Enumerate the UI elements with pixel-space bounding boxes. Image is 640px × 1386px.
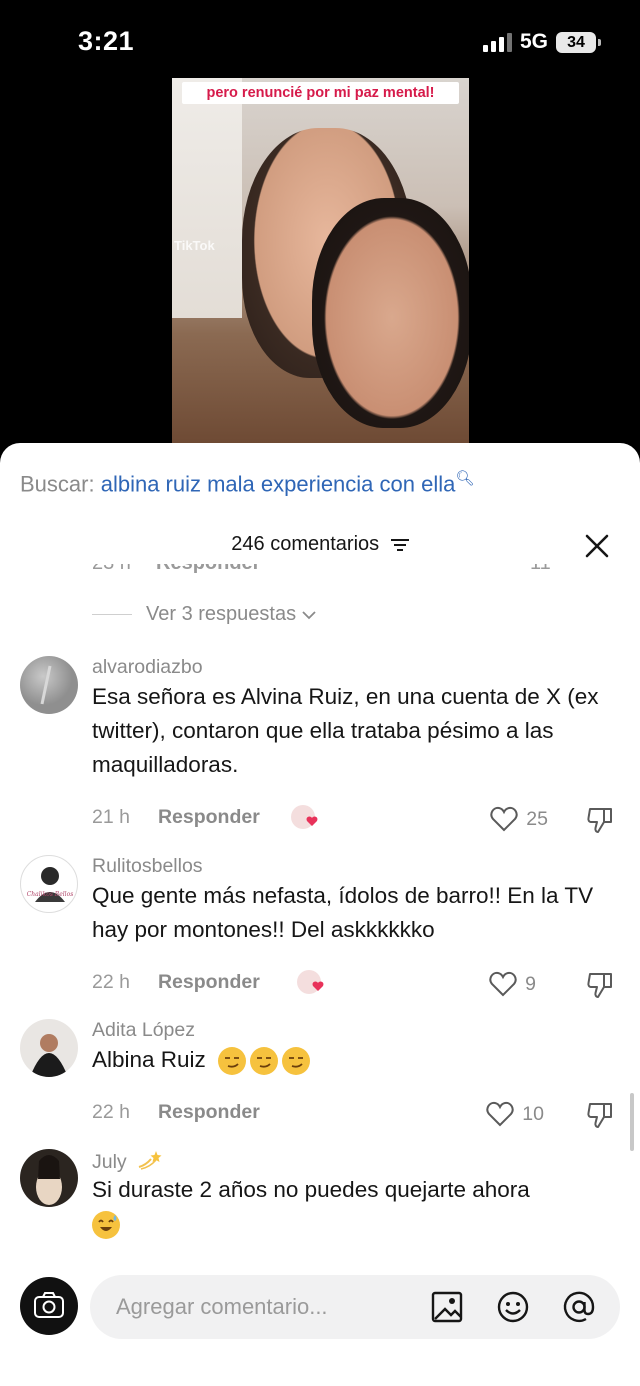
comment-count[interactable]: 246 comentarios (0, 533, 640, 556)
reply-button[interactable]: Responder (158, 971, 260, 994)
comment-item: July Si duraste 2 años no puedes quejart… (0, 1149, 640, 1259)
comments-header: 246 comentarios (0, 531, 640, 561)
comment-text-content: Albina Ruiz (92, 1047, 206, 1072)
status-bar: 3:21 5G 34 (0, 0, 640, 80)
comment-username[interactable]: alvarodiazbo (92, 656, 203, 679)
avatar[interactable] (20, 1019, 78, 1077)
chevron-down-icon (302, 610, 316, 619)
like-button[interactable]: 10 (486, 1101, 544, 1127)
comment-item: alvarodiazbo Esa señora es Alvina Ruiz, … (0, 656, 640, 846)
sweat-smile-emoji-icon (92, 1211, 120, 1240)
partially-hidden-comment-meta: 23 h Responder 11 (0, 564, 640, 586)
video-background (172, 78, 242, 318)
replies-divider (92, 614, 132, 615)
comment-meta: 21 h Responder (92, 806, 260, 829)
dislike-icon[interactable] (586, 1101, 614, 1129)
sort-icon[interactable] (390, 538, 409, 552)
comment-text: Albina Ruiz (92, 1043, 624, 1077)
like-count: 10 (522, 1102, 544, 1125)
comment-time: 22 h (92, 971, 130, 993)
scrollbar[interactable] (630, 1093, 634, 1151)
comment-item: Chalikos Bellos Rulitosbellos Que gente … (0, 855, 640, 1015)
dislike-icon[interactable] (586, 971, 614, 999)
search-query-link[interactable]: albina ruiz mala experiencia con ella (101, 471, 456, 496)
smirk-emoji-icon (282, 1047, 311, 1076)
camera-icon (34, 1292, 64, 1318)
comment-text-content: Si duraste 2 años no puedes quejarte aho… (92, 1177, 530, 1202)
smirk-emoji-icon (218, 1047, 247, 1076)
avatar[interactable]: Chalikos Bellos (20, 855, 78, 913)
battery-icon: 34 (556, 31, 601, 53)
comment-text: Esa señora es Alvina Ruiz, en una cuenta… (92, 684, 599, 777)
comment-username[interactable]: Adita López (92, 1019, 195, 1042)
avatar[interactable] (20, 1149, 78, 1207)
status-indicators: 5G 34 (482, 30, 601, 54)
comment-username[interactable]: Rulitosbellos (92, 855, 203, 878)
video-person-2 (312, 198, 469, 428)
partial-likes: 11 (530, 564, 551, 575)
signal-icon (482, 32, 512, 52)
heart-icon (486, 1101, 514, 1127)
mention-icon[interactable] (562, 1290, 596, 1324)
comment-text: Que gente más nefasta, ídolos de barro!!… (92, 883, 594, 942)
comment-meta: 22 h Responder (92, 1101, 260, 1124)
like-button[interactable]: 25 (490, 806, 548, 832)
network-type: 5G (519, 30, 548, 53)
camera-button[interactable] (20, 1277, 78, 1335)
comment-time: 22 h (92, 1101, 130, 1123)
like-button[interactable]: 9 (489, 971, 536, 997)
username-text: July (92, 1151, 127, 1174)
image-icon[interactable] (430, 1290, 464, 1324)
view-replies-button[interactable]: Ver 3 respuestas (92, 603, 316, 626)
comments-sheet: Buscar: albina ruiz mala experiencia con… (0, 443, 640, 1386)
comment-count-label: 246 comentarios (231, 533, 380, 555)
comment-composer (0, 1273, 640, 1347)
creator-liked-icon (291, 805, 318, 829)
search-suggestion[interactable]: Buscar: albina ruiz mala experiencia con… (20, 469, 474, 497)
avatar-logo-text: Chalikos Bellos (27, 891, 74, 898)
comment-item: Adita López Albina Ruiz 22 h Responder 1… (0, 1019, 640, 1139)
heart-icon (489, 971, 517, 997)
reply-button[interactable]: Responder (158, 806, 260, 829)
status-time: 3:21 (78, 26, 135, 56)
like-count: 25 (526, 807, 548, 830)
comment-text: Si duraste 2 años no puedes quejarte aho… (92, 1173, 624, 1241)
creator-liked-icon (297, 970, 324, 994)
dislike-icon[interactable] (586, 806, 614, 834)
close-icon[interactable] (584, 533, 610, 559)
search-label: Buscar: (20, 471, 95, 497)
like-count: 9 (525, 972, 536, 995)
view-replies-label: Ver 3 respuestas (146, 603, 297, 625)
avatar[interactable] (20, 656, 78, 714)
reply-button[interactable]: Responder (158, 1101, 260, 1124)
comment-input[interactable] (116, 1275, 416, 1339)
search-icon: 🔍︎ (455, 470, 475, 487)
tiktok-watermark: TikTok (174, 238, 215, 253)
emoji-group (218, 1047, 314, 1076)
emoji-icon[interactable] (496, 1290, 530, 1324)
heart-icon (490, 806, 518, 832)
video-caption: pero renuncié por mi paz mental! (182, 82, 459, 104)
smirk-emoji-icon (250, 1047, 279, 1076)
partial-reply: Responder (156, 564, 260, 575)
comment-input-container[interactable] (90, 1275, 620, 1339)
partial-time: 23 h (92, 564, 131, 575)
comment-meta: 22 h Responder (92, 971, 260, 994)
comment-time: 21 h (92, 806, 130, 828)
video-player[interactable]: TikTok pero renuncié por mi paz mental! (172, 78, 469, 444)
